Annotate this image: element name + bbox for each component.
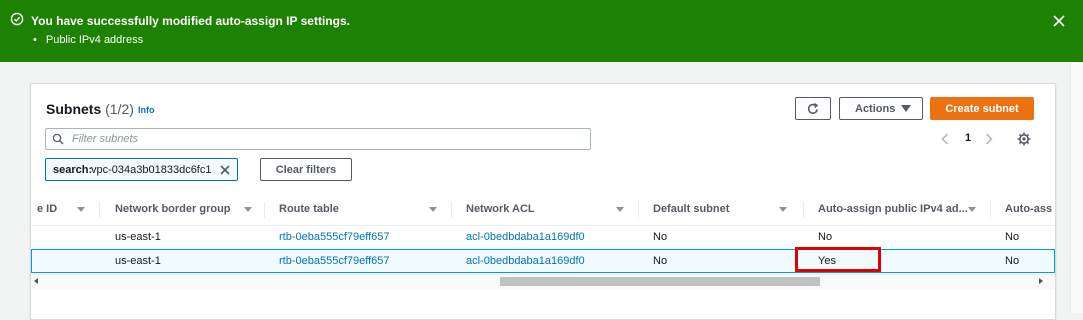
gear-icon[interactable] xyxy=(1016,131,1032,147)
caret-down-icon xyxy=(901,105,911,112)
sort-icon[interactable] xyxy=(968,207,976,212)
search-input[interactable] xyxy=(72,131,572,147)
cell-default-subnet: No xyxy=(653,231,668,243)
annotation-highlight-box xyxy=(795,247,881,272)
check-circle-icon xyxy=(10,12,24,26)
remove-filter-icon[interactable] xyxy=(219,164,231,176)
flash-title: You have successfully modified auto-assi… xyxy=(31,14,350,28)
column-divider[interactable] xyxy=(451,202,452,218)
cell-auto-assign-other: No xyxy=(1005,255,1020,267)
actions-label: Actions xyxy=(855,102,896,115)
column-border-group[interactable]: Network border group xyxy=(115,203,231,215)
table-row-selected[interactable]: us-east-1 rtb-0eba555cf79eff657 acl-0bed… xyxy=(31,249,1055,273)
page-number[interactable]: 1 xyxy=(965,132,971,144)
refresh-icon xyxy=(807,102,819,114)
column-divider[interactable] xyxy=(638,202,639,218)
cell-route-table[interactable]: rtb-0eba555cf79eff657 xyxy=(279,231,390,243)
refresh-button[interactable] xyxy=(795,97,831,120)
cell-network-acl[interactable]: acl-0bedbdaba1a169df0 xyxy=(466,255,585,267)
actions-dropdown[interactable]: Actions xyxy=(839,97,923,120)
horizontal-scrollbar[interactable] xyxy=(31,274,1055,289)
close-icon[interactable] xyxy=(1053,15,1065,27)
column-auto-assign-ipv4[interactable]: Auto-assign public IPv4 ad... xyxy=(818,203,968,215)
column-default-subnet[interactable]: Default subnet xyxy=(653,203,729,215)
sort-icon[interactable] xyxy=(244,207,252,212)
column-auto-assign-other[interactable]: Auto-ass xyxy=(1005,203,1052,215)
table-row[interactable]: us-east-1 rtb-0eba555cf79eff657 acl-0bed… xyxy=(31,226,1055,250)
create-subnet-button[interactable]: Create subnet xyxy=(930,97,1034,120)
pagination: 1 xyxy=(939,130,1009,148)
column-network-acl[interactable]: Network ACL xyxy=(466,203,535,215)
scrollbar-thumb[interactable] xyxy=(500,277,820,286)
sort-icon[interactable] xyxy=(429,207,437,212)
chevron-right-icon[interactable] xyxy=(983,132,995,146)
filter-token: search: vpc-034a3b01833dc6fc1 xyxy=(45,158,238,181)
cell-auto-assign-other: No xyxy=(1005,231,1020,243)
info-link[interactable]: Info xyxy=(138,105,155,115)
column-divider[interactable] xyxy=(264,202,265,218)
column-route-table[interactable]: Route table xyxy=(279,203,339,215)
cell-route-table[interactable]: rtb-0eba555cf79eff657 xyxy=(279,255,390,267)
flash-detail-item: Public IPv4 address xyxy=(31,34,143,46)
filter-token-value: vpc-034a3b01833dc6fc1 xyxy=(91,164,212,176)
cell-default-subnet: No xyxy=(653,255,668,267)
sort-icon[interactable] xyxy=(616,207,624,212)
cell-network-acl[interactable]: acl-0bedbdaba1a169df0 xyxy=(466,231,585,243)
cell-border-group: us-east-1 xyxy=(115,231,161,243)
search-icon xyxy=(52,133,64,145)
page-scrollbar[interactable] xyxy=(1070,62,1083,313)
column-divider[interactable] xyxy=(990,202,991,218)
chevron-left-icon[interactable] xyxy=(939,132,951,146)
selection-count: (1/2) xyxy=(105,101,134,117)
scroll-right-arrow-icon[interactable] xyxy=(1039,278,1043,284)
filter-search-box[interactable] xyxy=(45,128,591,150)
subnets-panel: Subnets (1/2) Info Actions Create subnet… xyxy=(30,83,1056,320)
scroll-left-arrow-icon[interactable] xyxy=(34,278,38,284)
column-divider[interactable] xyxy=(803,202,804,218)
cell-border-group: us-east-1 xyxy=(115,255,161,267)
sort-icon[interactable] xyxy=(77,207,85,212)
table-header: e ID Network border group Route table Ne… xyxy=(31,194,1055,226)
page-title: Subnets (1/2) xyxy=(46,101,134,117)
success-flashbar: You have successfully modified auto-assi… xyxy=(0,0,1083,62)
clear-filters-button[interactable]: Clear filters xyxy=(260,158,352,181)
sort-icon[interactable] xyxy=(779,207,787,212)
flash-details: Public IPv4 address xyxy=(31,34,143,46)
column-subnet-id[interactable]: e ID xyxy=(37,203,57,215)
panel-title: Subnets xyxy=(46,101,102,117)
cell-auto-assign-ipv4: No xyxy=(818,231,833,243)
column-divider[interactable] xyxy=(99,202,100,218)
filter-token-key: search: xyxy=(53,164,93,176)
